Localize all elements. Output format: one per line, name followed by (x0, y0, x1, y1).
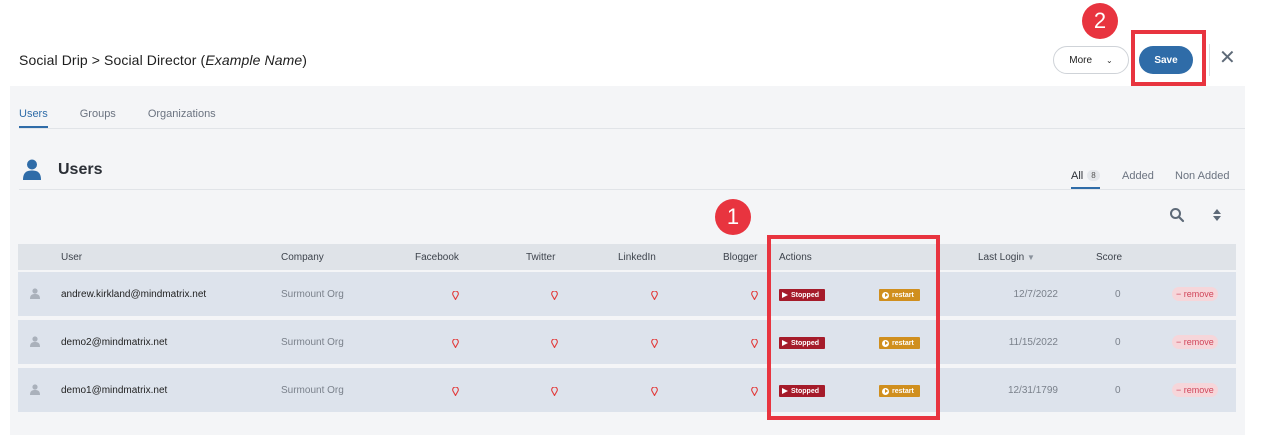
highlight-box-save (1131, 30, 1206, 86)
remove-button[interactable]: − remove (1172, 287, 1218, 301)
map-pin-icon (551, 291, 558, 300)
tab-users[interactable]: Users (19, 108, 48, 128)
col-user[interactable]: User (61, 252, 82, 263)
last-login-date: 12/31/1799 (1007, 385, 1058, 396)
user-email[interactable]: andrew.kirkland@mindmatrix.net (61, 289, 206, 300)
user-company: Surmount Org (281, 385, 344, 396)
sort-icon[interactable] (1209, 207, 1225, 223)
map-pin-icon (651, 291, 658, 300)
table-row: andrew.kirkland@mindmatrix.net Surmount … (18, 272, 1236, 316)
main-panel: Users Groups Organizations Users All 8 Ad… (10, 86, 1245, 435)
remove-button[interactable]: − remove (1172, 383, 1218, 397)
col-twitter[interactable]: Twitter (526, 252, 555, 263)
map-pin-icon (452, 339, 459, 348)
filter-all[interactable]: All 8 (1071, 170, 1100, 189)
map-pin-icon (551, 339, 558, 348)
section-divider (19, 189, 1245, 190)
user-email[interactable]: demo2@mindmatrix.net (61, 337, 167, 348)
avatar-icon (30, 288, 40, 299)
col-score[interactable]: Score (1096, 252, 1122, 263)
filter-all-label: All (1071, 170, 1084, 182)
tab-groups[interactable]: Groups (80, 108, 116, 128)
breadcrumb-suffix: ) (302, 52, 307, 68)
search-icon[interactable] (1169, 207, 1185, 223)
remove-button[interactable]: − remove (1172, 335, 1218, 349)
avatar-icon (30, 384, 40, 395)
callout-number-2: 2 (1082, 3, 1118, 39)
remove-label: remove (1183, 337, 1214, 347)
col-last-login[interactable]: Last Login ▼ (978, 252, 1035, 263)
col-facebook[interactable]: Facebook (415, 252, 459, 263)
filter-non-added[interactable]: Non Added (1175, 170, 1229, 182)
section-title: Users (58, 161, 103, 178)
tab-organizations[interactable]: Organizations (148, 108, 216, 128)
map-pin-icon (751, 387, 758, 396)
map-pin-icon (751, 291, 758, 300)
table-row: demo2@mindmatrix.net Surmount Org Stoppe… (18, 320, 1236, 364)
callout-number-1: 1 (715, 199, 751, 235)
chevron-down-icon: ⌄ (1106, 55, 1113, 65)
map-pin-icon (751, 339, 758, 348)
table-header: User Company Facebook Twitter LinkedIn B… (18, 244, 1236, 270)
divider (1209, 44, 1210, 76)
user-icon (23, 159, 41, 180)
score-value: 0 (1115, 385, 1121, 396)
map-pin-icon (651, 387, 658, 396)
breadcrumb-prefix: Social Drip > Social Director ( (19, 52, 206, 68)
minus-icon: − (1176, 289, 1184, 299)
more-label: More (1069, 54, 1093, 66)
map-pin-icon (651, 339, 658, 348)
col-linkedin[interactable]: LinkedIn (618, 252, 656, 263)
score-value: 0 (1115, 337, 1121, 348)
last-login-label: Last Login (978, 252, 1025, 263)
col-blogger[interactable]: Blogger (723, 252, 757, 263)
sort-down-icon: ▼ (1026, 253, 1035, 262)
breadcrumb-name: Example Name (205, 52, 303, 68)
filter-added[interactable]: Added (1122, 170, 1154, 182)
map-pin-icon (452, 387, 459, 396)
tab-divider (19, 128, 1245, 129)
user-company: Surmount Org (281, 337, 344, 348)
last-login-date: 12/7/2022 (1013, 289, 1059, 300)
col-company[interactable]: Company (281, 252, 324, 263)
more-dropdown-button[interactable]: More ⌄ (1053, 46, 1129, 74)
map-pin-icon (452, 291, 459, 300)
highlight-box-actions (767, 235, 940, 420)
page-title: Social Drip > Social Director (Example N… (19, 52, 307, 68)
minus-icon: − (1176, 385, 1184, 395)
count-badge: 8 (1087, 170, 1100, 181)
remove-label: remove (1183, 289, 1214, 299)
tab-bar: Users Groups Organizations (19, 108, 248, 128)
avatar-icon (30, 336, 40, 347)
user-email[interactable]: demo1@mindmatrix.net (61, 385, 167, 396)
score-value: 0 (1115, 289, 1121, 300)
last-login-date: 11/15/2022 (1008, 337, 1058, 348)
map-pin-icon (551, 387, 558, 396)
table-row: demo1@mindmatrix.net Surmount Org Stoppe… (18, 368, 1236, 412)
close-icon[interactable]: ✕ (1219, 46, 1236, 70)
minus-icon: − (1176, 337, 1184, 347)
user-company: Surmount Org (281, 289, 344, 300)
remove-label: remove (1183, 385, 1214, 395)
